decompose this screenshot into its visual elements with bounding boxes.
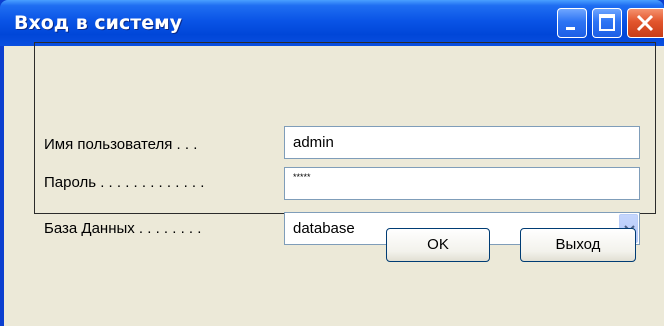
database-select-value: database <box>293 220 355 237</box>
maximize-icon <box>599 14 615 31</box>
login-window: Вход в систему Имя пользователя . . . ad… <box>0 0 664 326</box>
window-title: Вход в систему <box>14 12 183 34</box>
exit-button[interactable]: Выход <box>520 228 636 262</box>
minimize-button[interactable] <box>557 8 587 38</box>
minimize-icon <box>566 27 575 30</box>
database-label: База Данных . . . . . . . . <box>44 220 202 237</box>
close-icon <box>636 14 654 32</box>
username-input[interactable]: admin <box>284 126 640 159</box>
close-button[interactable] <box>627 8 664 38</box>
password-label: Пароль . . . . . . . . . . . . . <box>44 174 205 191</box>
ok-button[interactable]: OK <box>386 228 490 262</box>
title-bar[interactable]: Вход в систему <box>0 0 664 46</box>
username-label: Имя пользователя . . . <box>44 136 198 153</box>
maximize-button[interactable] <box>592 8 622 38</box>
password-input[interactable]: ***** <box>284 167 640 200</box>
